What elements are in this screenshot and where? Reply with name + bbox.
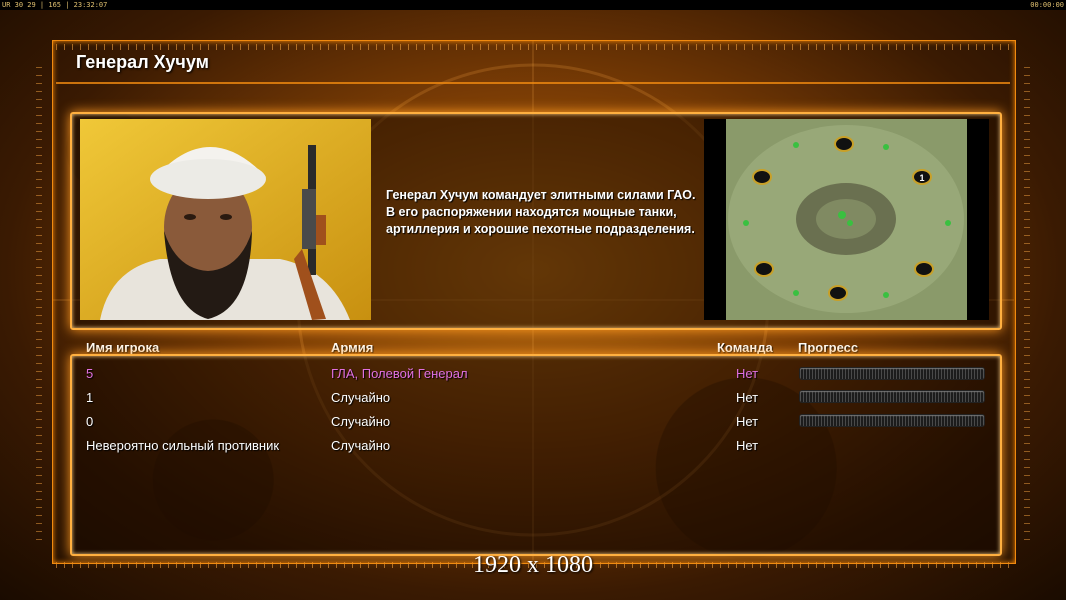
player-name: 1 (86, 390, 94, 405)
player-progress-bar (800, 415, 984, 426)
player-team: Нет (736, 390, 759, 405)
column-header-name: Имя игрока (86, 340, 160, 355)
ruler-right (1024, 60, 1030, 540)
hud-clock: 00:00:00 (1030, 1, 1064, 9)
player-army: ГЛА, Полевой Генерал (331, 366, 468, 381)
column-header-progress: Прогресс (798, 340, 859, 355)
hud-bar: UR 30 29 | 165 | 23:32:07 00:00:00 (0, 0, 1066, 10)
hud-left-readout: UR 30 29 | 165 | 23:32:07 (2, 1, 108, 9)
player-army: Случайно (331, 438, 391, 453)
player-name: Невероятно сильный противник (86, 438, 280, 453)
minimap-player-marker: 1 (919, 173, 924, 183)
general-title: Генерал Хучум (76, 52, 209, 72)
portrait-image (80, 119, 371, 320)
player-team: Нет (736, 366, 759, 381)
general-description: Генерал Хучум командует элитными силами … (386, 188, 696, 236)
ruler-left (36, 60, 42, 540)
minimap-image: 1 (704, 119, 989, 320)
minimap[interactable]: 1 (704, 119, 989, 320)
player-progress-bar (800, 391, 984, 402)
player-progress-bar (800, 368, 984, 379)
player-army: Случайно (331, 414, 391, 429)
player-team: Нет (736, 414, 759, 429)
player-name: 5 (86, 366, 94, 381)
player-team: Нет (736, 438, 759, 453)
resolution-watermark: 1920 x 1080 (473, 552, 593, 578)
player-name: 0 (86, 414, 94, 429)
column-header-team: Команда (717, 340, 773, 355)
player-army: Случайно (331, 390, 391, 405)
title-divider (56, 82, 1010, 84)
general-portrait (80, 119, 371, 320)
player-list-panel (70, 354, 1002, 556)
column-header-army: Армия (331, 340, 374, 355)
